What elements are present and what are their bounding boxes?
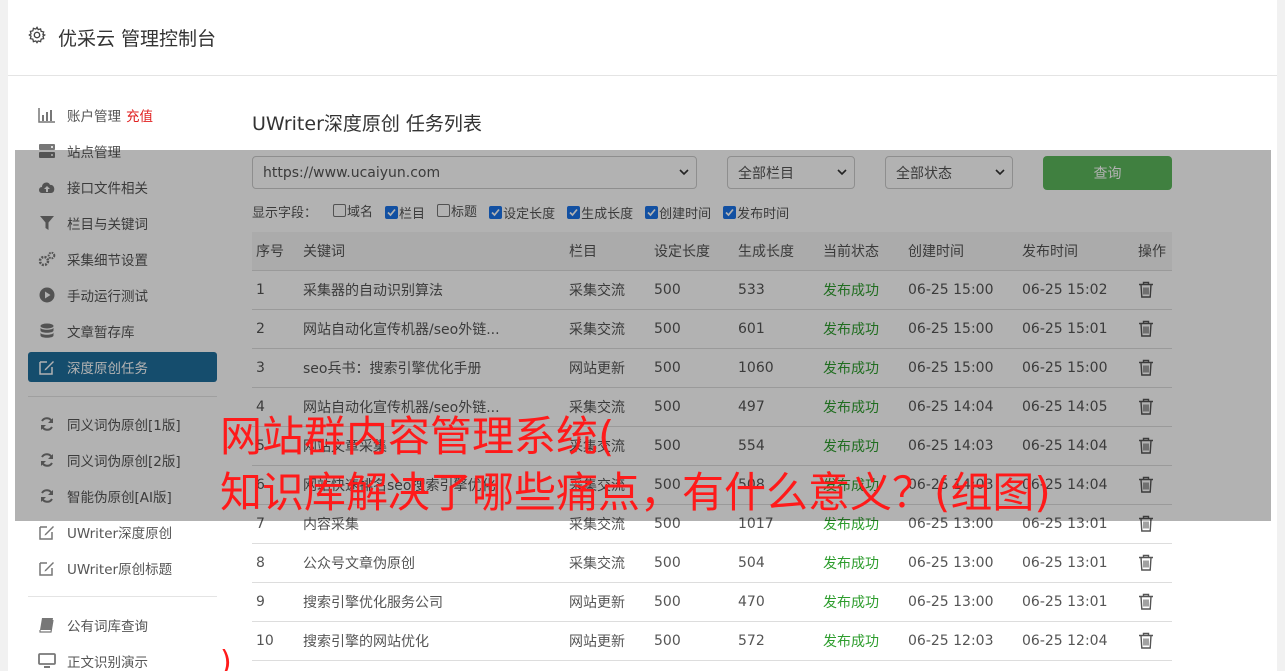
table-cell: 500: [650, 543, 734, 583]
edit-icon: [38, 559, 56, 577]
gear-icon: [28, 26, 46, 44]
sidebar-item-public-lexicon[interactable]: 公有词库查询: [28, 610, 217, 640]
sidebar-item-uwriter-original[interactable]: UWriter深度原创: [28, 517, 217, 547]
monitor-icon: [38, 652, 56, 670]
table-cell: 06-25 13:01: [1018, 543, 1134, 583]
table-cell: 06-25 13:01: [1018, 582, 1134, 622]
table-cell: 搜索引擎的网站优化: [299, 621, 565, 661]
bar-chart-icon: [38, 106, 56, 124]
action-cell: [1134, 582, 1172, 622]
action-cell: [1134, 621, 1172, 661]
sidebar-item-label: UWriter原创标题: [67, 562, 173, 578]
table-cell: 500: [650, 582, 734, 622]
table-cell: 572: [734, 621, 819, 661]
sidebar-item-label: 正文识别演示: [67, 655, 148, 671]
headline-line-2: 知识库解决了哪些痛点，有什么意义？(组图): [220, 468, 1051, 517]
table-cell: 网站更新: [565, 621, 650, 661]
overlay-headline: 网站群内容管理系统( 知识库解决了哪些痛点，有什么意义？(组图): [220, 409, 1051, 521]
table-cell: 06-25 13:00: [904, 582, 1018, 622]
sidebar-item-uwriter-title[interactable]: UWriter原创标题: [28, 553, 217, 583]
table-cell: 搜索引擎优化服务公司: [299, 582, 565, 622]
sidebar-item-account[interactable]: 账户管理 充值: [28, 100, 217, 130]
table-row: 9 搜索引擎优化服务公司 网站更新 500 470 发布成功 06-25 13:00 06-2…: [252, 582, 1172, 622]
sidebar-item-label: UWriter深度原创: [67, 526, 173, 542]
book-icon: [38, 616, 56, 634]
recharge-link[interactable]: 充值: [126, 105, 153, 125]
edit-icon: [38, 523, 56, 541]
table-row: 10 搜索引擎的网站优化 网站更新 500 572 发布成功 06-25 12:03 06-2…: [252, 621, 1172, 661]
table-cell: 500: [650, 621, 734, 661]
table-cell: 8: [252, 543, 299, 583]
table-cell: 06-25 12:04: [1018, 621, 1134, 661]
table-cell: 网站更新: [565, 582, 650, 622]
sidebar-item-label: 账户管理: [67, 109, 121, 125]
sidebar-divider: [28, 596, 217, 597]
table-cell: 470: [734, 582, 819, 622]
status-cell: 发布成功: [819, 543, 904, 583]
status-cell: 发布成功: [819, 582, 904, 622]
trash-icon[interactable]: [1138, 632, 1154, 649]
table-cell: 06-25 12:03: [904, 621, 1018, 661]
top-bar: 优采云 管理控制台: [8, 0, 1277, 76]
trash-icon[interactable]: [1138, 554, 1154, 571]
table-cell: 06-25 13:00: [904, 543, 1018, 583]
sidebar-item-label: 公有词库查询: [67, 619, 148, 635]
trash-icon[interactable]: [1138, 593, 1154, 610]
page-title: UWriter深度原创 任务列表: [252, 113, 482, 135]
app-title: 优采云 管理控制台: [58, 28, 217, 50]
headline-line-3: ): [220, 645, 232, 671]
action-cell: [1134, 543, 1172, 583]
headline-line-1: 网站群内容管理系统(: [220, 412, 615, 461]
table-cell: 9: [252, 582, 299, 622]
table-cell: 公众号文章伪原创: [299, 543, 565, 583]
status-cell: 发布成功: [819, 621, 904, 661]
sidebar-item-text-recognition-demo[interactable]: 正文识别演示: [28, 646, 217, 671]
table-cell: 10: [252, 621, 299, 661]
table-cell: 采集交流: [565, 543, 650, 583]
table-cell: 504: [734, 543, 819, 583]
table-row: 8 公众号文章伪原创 采集交流 500 504 发布成功 06-25 13:00 06-25 …: [252, 543, 1172, 583]
